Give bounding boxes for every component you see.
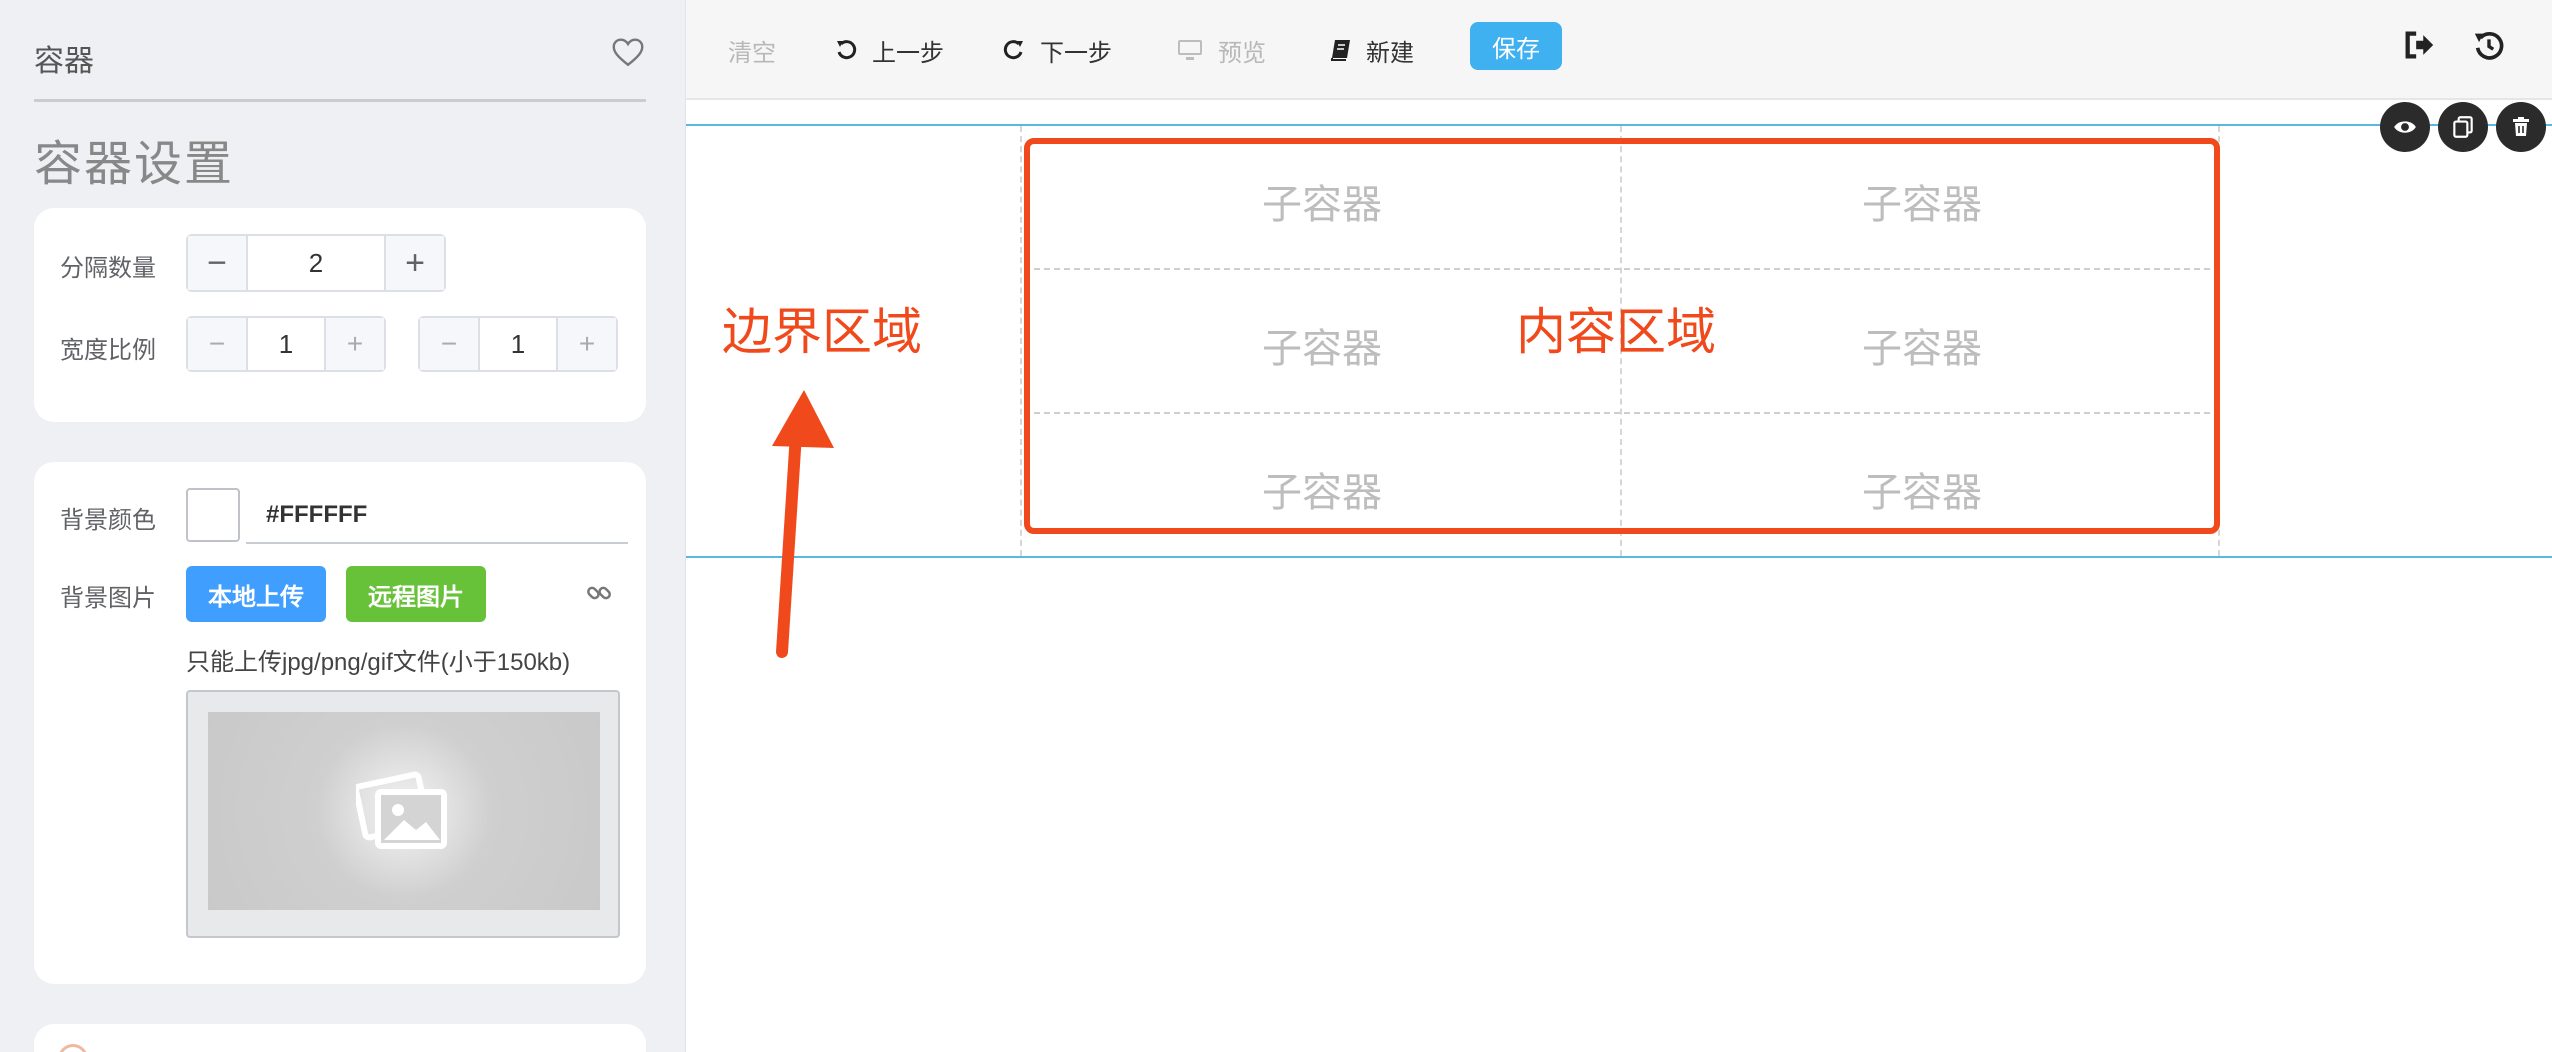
- preview-label: 预览: [1218, 39, 1266, 67]
- bg-image-label: 背景图片: [60, 585, 156, 612]
- editor-toolbar: 清空 上一步 下一步 预览 新建 保存: [686, 0, 2552, 100]
- book-icon: [1331, 40, 1350, 61]
- undo-icon: [837, 40, 857, 60]
- eye-icon: [2394, 121, 2416, 133]
- preview-container-button[interactable]: [2380, 102, 2430, 152]
- history-icon[interactable]: [2472, 28, 2506, 62]
- upload-hint: 只能上传jpg/png/gif文件(小于150kb): [186, 649, 571, 676]
- redo-label: 下一步: [1040, 39, 1112, 67]
- panel-title: 容器设置: [34, 138, 235, 191]
- trash-icon: [2513, 117, 2529, 136]
- image-preview[interactable]: [186, 690, 620, 938]
- width-ratio-1-value[interactable]: 1: [248, 318, 324, 370]
- width-ratio-2-increase-button[interactable]: +: [556, 318, 616, 370]
- monitor-icon: [1178, 40, 1202, 60]
- delete-container-button[interactable]: [2496, 102, 2546, 152]
- settings-sidebar: 容器 容器设置 分隔数量 − 2 + 宽度比例 − 1 + − 1 + 背景颜色…: [0, 0, 686, 1052]
- split-count-increase-button[interactable]: +: [384, 236, 444, 290]
- link-icon[interactable]: [584, 578, 614, 608]
- save-button[interactable]: 保存: [1470, 22, 1562, 70]
- clear-label: 清空: [728, 39, 776, 67]
- image-icon: [356, 771, 447, 849]
- next-settings-card: [34, 1024, 646, 1052]
- column-divider-left: [1020, 126, 1022, 556]
- image-placeholder: [208, 712, 600, 910]
- width-ratio-stepper-1: − 1 +: [186, 316, 386, 372]
- split-count-label: 分隔数量: [60, 255, 156, 282]
- width-ratio-1-decrease-button[interactable]: −: [188, 318, 248, 370]
- width-ratio-2-decrease-button[interactable]: −: [420, 318, 480, 370]
- remote-image-button[interactable]: 远程图片: [346, 566, 486, 622]
- background-settings-card: 背景颜色 #FFFFFF 背景图片 本地上传 远程图片 只能上传jpg/png/…: [34, 462, 646, 984]
- editor-canvas[interactable]: 子容器 子容器 子容器 子容器 子容器 子容器 边界区域 内容区域: [686, 102, 2552, 1052]
- arrow-annotation: [772, 390, 834, 658]
- layout-settings-card: 分隔数量 − 2 + 宽度比例 − 1 + − 1 +: [34, 208, 646, 422]
- split-count-decrease-button[interactable]: −: [188, 236, 248, 290]
- container-bottom-guide: [686, 556, 2552, 558]
- copy-container-button[interactable]: [2438, 102, 2488, 152]
- heart-icon[interactable]: [610, 34, 646, 70]
- split-count-stepper: − 2 +: [186, 234, 446, 292]
- new-button[interactable]: 新建: [1330, 30, 1414, 70]
- width-ratio-label: 宽度比例: [60, 337, 156, 364]
- width-ratio-1-increase-button[interactable]: +: [324, 318, 384, 370]
- width-ratio-2-value[interactable]: 1: [480, 318, 556, 370]
- copy-icon: [2453, 116, 2473, 138]
- local-upload-button[interactable]: 本地上传: [186, 566, 326, 622]
- redo-button[interactable]: 下一步: [1002, 30, 1112, 70]
- sidebar-header: 容器: [34, 28, 646, 102]
- new-label: 新建: [1366, 39, 1414, 67]
- width-ratio-stepper-2: − 1 +: [418, 316, 618, 372]
- preview-button[interactable]: 预览: [1176, 30, 1266, 70]
- card-icon: [58, 1044, 88, 1052]
- undo-label: 上一步: [872, 39, 944, 67]
- bg-color-input[interactable]: #FFFFFF: [246, 488, 628, 544]
- undo-button[interactable]: 上一步: [834, 30, 944, 70]
- bg-color-label: 背景颜色: [60, 507, 156, 534]
- sidebar-header-title: 容器: [34, 45, 94, 78]
- redo-icon: [1003, 40, 1023, 60]
- split-count-value[interactable]: 2: [248, 236, 384, 290]
- content-area-annotation: 内容区域: [1516, 304, 1716, 360]
- bg-color-swatch[interactable]: [186, 488, 240, 542]
- clear-button[interactable]: 清空: [728, 30, 776, 70]
- exit-icon[interactable]: [2402, 28, 2436, 62]
- container-top-guide: [686, 124, 2552, 126]
